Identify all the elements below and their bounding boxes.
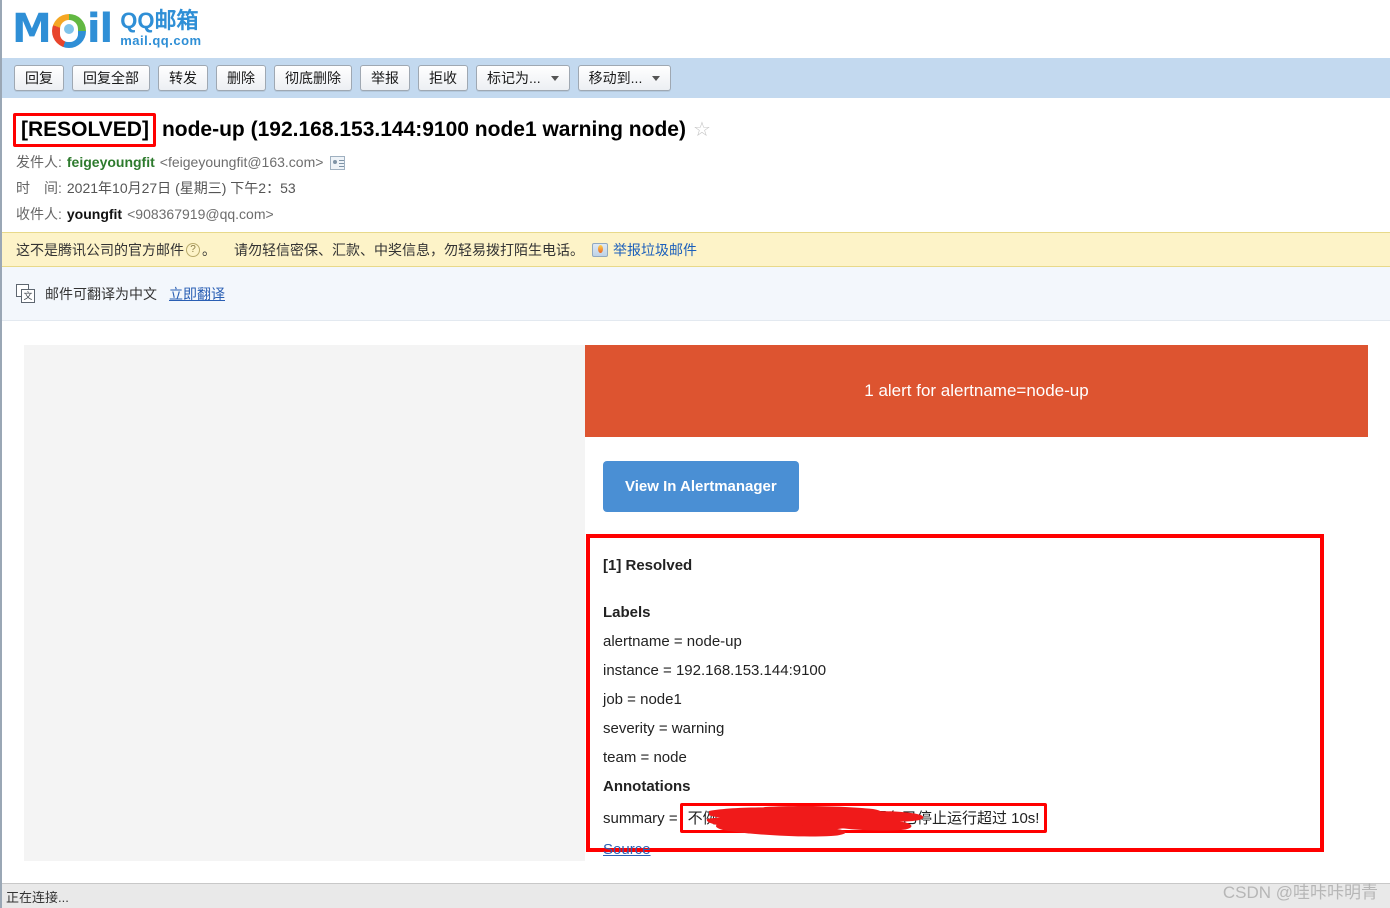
warning-period: 。 <box>202 241 216 258</box>
forward-label: 转发 <box>169 70 197 86</box>
qq-mail-logo[interactable]: Mil QQ邮箱 mail.qq.com <box>12 8 202 50</box>
from-label: 发件人: <box>16 154 62 170</box>
logo-qq-text: QQ邮箱 mail.qq.com <box>120 8 202 48</box>
label-severity: severity = warning <box>603 720 725 737</box>
logo-qq-title: QQ邮箱 <box>120 8 199 33</box>
label-instance: instance = 192.168.153.144:9100 <box>603 662 827 679</box>
to-address: <908367919@qq.com> <box>127 206 274 222</box>
label-team: team = node <box>603 749 687 766</box>
mark-as-dropdown[interactable]: 标记为... <box>476 65 570 91</box>
qq-mail-window: Mil QQ邮箱 mail.qq.com 回复 回复全部 转发 删除 彻底删除 … <box>0 0 1390 908</box>
help-question-icon[interactable]: ? <box>186 242 200 257</box>
alert-detail-box: [1] Resolved Labels alertname = node-up … <box>586 534 1324 858</box>
alertmanager-email-card: 1 alert for alertname=node-up View In Al… <box>585 345 1368 861</box>
chevron-down-icon <box>652 75 661 81</box>
mark-as-label: 标记为... <box>487 70 541 86</box>
summary-value-box: 不例192.168.153.144:9100 服务已停止运行超过 10s! <box>679 803 1048 833</box>
permanent-delete-label: 彻底删除 <box>285 70 341 86</box>
reject-label: 拒收 <box>429 70 457 86</box>
delete-label: 删除 <box>227 70 255 86</box>
logo-wordmark: Mil <box>12 5 113 52</box>
star-icon[interactable]: ☆ <box>693 120 711 140</box>
translate-text: 邮件可翻译为中文 <box>45 285 157 302</box>
from-name[interactable]: feigeyoungfit <box>67 153 155 172</box>
time-label: 时 间: <box>16 180 62 196</box>
labels-heading: Labels <box>603 604 651 621</box>
translate-icon: 文 <box>16 284 36 303</box>
from-address: <feigeyoungfit@163.com> <box>159 154 324 170</box>
time-row: 时 间: 2021年10月27日 (星期三) 下午2：53 <box>16 179 1390 198</box>
to-row: 收件人: youngfit <908367919@qq.com> <box>16 205 1390 224</box>
alert-banner-text: 1 alert for alertname=node-up <box>864 381 1089 400</box>
mail-content-pane: 1 alert for alertname=node-up View In Al… <box>24 345 1368 861</box>
translate-icon-front: 文 <box>21 289 35 303</box>
spam-report-icon[interactable] <box>592 242 608 257</box>
permanent-delete-button[interactable]: 彻底删除 <box>274 65 352 91</box>
reply-all-label: 回复全部 <box>83 70 139 86</box>
alert-banner: 1 alert for alertname=node-up <box>585 345 1368 437</box>
mail-body: 1 alert for alertname=node-up View In Al… <box>4 321 1390 883</box>
move-to-label: 移动到... <box>588 70 643 86</box>
translate-now-link[interactable]: 立即翻译 <box>169 284 225 304</box>
logo-bar: Mil QQ邮箱 mail.qq.com <box>2 0 1390 57</box>
from-row: 发件人: feigeyoungfit <feigeyoungfit@163.co… <box>16 153 1390 172</box>
source-link[interactable]: Source <box>603 835 651 864</box>
annotations-heading: Annotations <box>603 778 691 795</box>
csdn-watermark: CSDN @哇咔咔明青 <box>1222 883 1378 902</box>
summary-row: summary = 不例192.168.153.144:9100 服务已停止运行… <box>603 803 1320 833</box>
penguin-ball-icon <box>51 13 86 48</box>
detail-spacer <box>603 580 1320 598</box>
subject-row: [RESOLVED] node-up (192.168.153.144:9100… <box>13 113 1390 147</box>
logo-letters-il: il <box>86 5 113 52</box>
chevron-down-icon <box>550 75 559 81</box>
phishing-warning-bar: 这不是腾讯公司的官方邮件 ? 。 请勿轻信密保、汇款、中奖信息，勿轻易拨打陌生电… <box>2 232 1390 267</box>
move-to-dropdown[interactable]: 移动到... <box>577 65 672 91</box>
alert-button-row: View In Alertmanager <box>585 437 1368 534</box>
reply-label: 回复 <box>25 70 53 86</box>
mail-header: [RESOLVED] node-up (192.168.153.144:9100… <box>2 98 1390 232</box>
reject-button[interactable]: 拒收 <box>418 65 468 91</box>
label-alertname: alertname = node-up <box>603 633 742 650</box>
source-row: Source <box>603 833 1320 864</box>
warning-advice: 请勿轻信密保、汇款、中奖信息，勿轻易拨打陌生电话。 <box>234 241 584 258</box>
to-name[interactable]: youngfit <box>67 205 122 224</box>
view-in-alertmanager-button[interactable]: View In Alertmanager <box>603 461 799 512</box>
summary-redacted-part: 不 <box>687 809 703 827</box>
to-label: 收件人: <box>16 206 62 222</box>
delete-button[interactable]: 删除 <box>216 65 266 91</box>
contact-card-icon[interactable] <box>330 155 346 170</box>
reply-button[interactable]: 回复 <box>14 65 64 91</box>
status-text: 正在连接... <box>6 889 69 905</box>
reply-all-button[interactable]: 回复全部 <box>72 65 150 91</box>
subject-text: node-up (192.168.153.144:9100 node1 warn… <box>161 118 686 141</box>
translate-bar: 文 邮件可翻译为中文 立即翻译 <box>2 267 1390 321</box>
summary-key: summary = <box>603 809 678 827</box>
report-spam-link[interactable]: 举报垃圾邮件 <box>613 240 697 260</box>
warning-text: 这不是腾讯公司的官方邮件 <box>16 241 184 258</box>
alert-status-heading: [1] Resolved <box>603 557 693 574</box>
report-label: 举报 <box>371 70 399 86</box>
subject-resolved-tag: [RESOLVED] <box>13 113 156 147</box>
mail-toolbar: 回复 回复全部 转发 删除 彻底删除 举报 拒收 标记为... 移动到... <box>2 57 1390 98</box>
label-job: job = node1 <box>603 691 682 708</box>
logo-qq-domain: mail.qq.com <box>120 33 202 48</box>
summary-value: 例192.168.153.144:9100 服务已停止运行超过 10s! <box>702 809 1040 827</box>
logo-letter-m: M <box>12 5 52 52</box>
status-bar: 正在连接... <box>2 883 1390 908</box>
report-button[interactable]: 举报 <box>360 65 410 91</box>
forward-button[interactable]: 转发 <box>158 65 208 91</box>
time-value: 2021年10月27日 (星期三) 下午2：53 <box>66 180 296 196</box>
